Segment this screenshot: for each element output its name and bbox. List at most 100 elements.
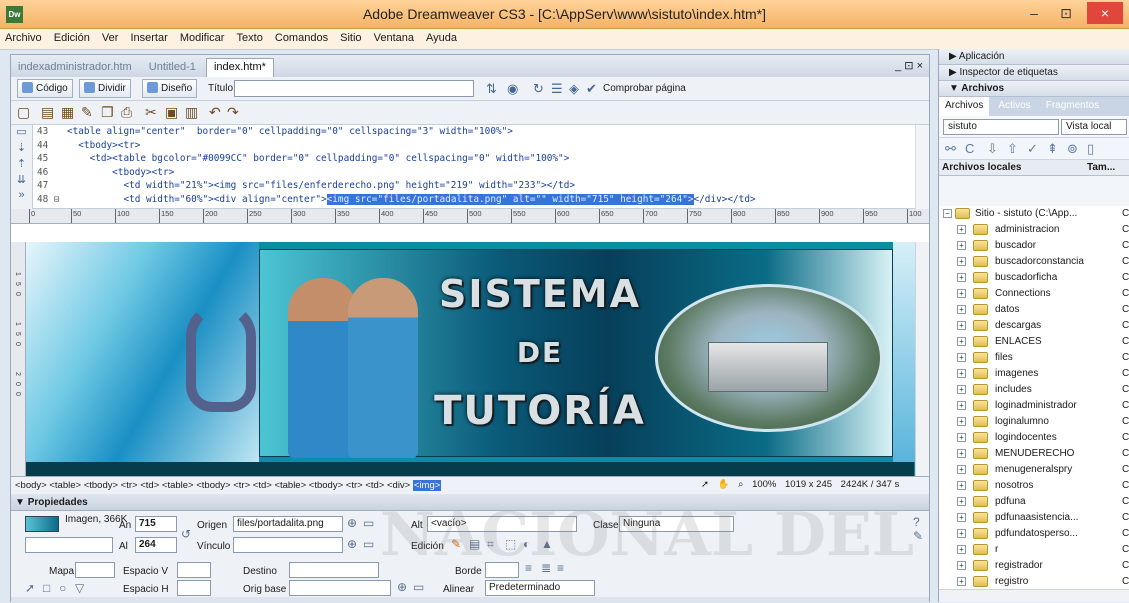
folder-row[interactable]: + buscadorconstancia C bbox=[939, 254, 1129, 270]
expand-toggle-icon[interactable]: + bbox=[957, 289, 966, 298]
expand-toggle-icon[interactable]: + bbox=[957, 241, 966, 250]
window-size-select[interactable]: 1019 x 245 bbox=[785, 479, 832, 490]
refresh-files-icon[interactable]: C bbox=[965, 141, 974, 156]
reset-size-icon[interactable]: ↺ bbox=[181, 527, 191, 541]
tab-index[interactable]: index.htm* bbox=[205, 58, 274, 77]
code-lines[interactable]: <table align="center" border="0" cellpad… bbox=[67, 125, 913, 206]
expand-toggle-icon[interactable]: + bbox=[957, 369, 966, 378]
point-to-low-src-icon[interactable]: ⊕ bbox=[397, 580, 407, 594]
new-document-icon[interactable]: ▢ bbox=[17, 104, 30, 121]
expand-toggle-icon[interactable]: + bbox=[957, 513, 966, 522]
align-left-icon[interactable]: ≡ bbox=[525, 561, 532, 575]
left-nurse-image[interactable] bbox=[26, 242, 259, 462]
height-field[interactable]: 264 bbox=[135, 537, 177, 553]
design-scrollbar[interactable] bbox=[915, 242, 929, 476]
tab-indexadministrador[interactable]: indexadministrador.htm bbox=[11, 59, 139, 78]
menu-archivo[interactable]: Archivo bbox=[0, 29, 46, 44]
site-select[interactable]: sistuto bbox=[943, 119, 1059, 135]
align-select[interactable]: Predeterminado bbox=[485, 580, 595, 596]
minimize-button[interactable]: – bbox=[1019, 2, 1049, 24]
expand-toggle-icon[interactable]: + bbox=[957, 545, 966, 554]
help-icon[interactable]: ? bbox=[913, 515, 920, 529]
check-page-button[interactable]: Comprobar página bbox=[603, 83, 686, 94]
check-out-icon[interactable]: ✓ bbox=[1027, 141, 1038, 157]
folder-row[interactable]: + registrador C bbox=[939, 558, 1129, 574]
folder-row[interactable]: + administracion C bbox=[939, 222, 1129, 238]
tab-archivos[interactable]: Archivos bbox=[939, 97, 990, 116]
code-scrollbar[interactable] bbox=[915, 125, 929, 209]
file-management-icon[interactable]: ⇅ bbox=[486, 81, 497, 97]
expand-toggle-icon[interactable]: + bbox=[957, 449, 966, 458]
tag-table[interactable]: <table> bbox=[274, 480, 306, 491]
browse-low-src-icon[interactable]: ▭ bbox=[413, 580, 424, 594]
redo-icon[interactable]: ↷ bbox=[227, 104, 239, 121]
expand-toggle-icon[interactable]: + bbox=[957, 321, 966, 330]
properties-panel-header[interactable]: ▼ Propiedades bbox=[11, 494, 929, 511]
view-options-icon[interactable]: ☰ bbox=[551, 81, 563, 97]
expand-toggle-icon[interactable]: + bbox=[957, 401, 966, 410]
edit-icon[interactable]: ✎ bbox=[81, 104, 93, 121]
tag-body[interactable]: <body> bbox=[15, 480, 47, 491]
site-root-row[interactable]: − Sitio - sistuto (C:\App... C bbox=[939, 206, 1129, 222]
border-field[interactable] bbox=[485, 562, 519, 578]
design-view-button[interactable]: Diseño bbox=[142, 79, 198, 98]
folder-row[interactable]: + datos C bbox=[939, 302, 1129, 318]
expand-toggle-icon[interactable]: + bbox=[957, 417, 966, 426]
code-line[interactable]: <table align="center" border="0" cellpad… bbox=[67, 125, 913, 139]
code-view-button[interactable]: Código bbox=[17, 79, 73, 98]
pointer-hotspot-icon[interactable]: ➚ bbox=[25, 581, 35, 595]
align-center-icon[interactable]: ≣ bbox=[541, 561, 551, 575]
width-field[interactable]: 715 bbox=[135, 516, 177, 532]
sharpen-icon[interactable]: ▲ bbox=[541, 537, 553, 551]
close-button[interactable]: × bbox=[1087, 2, 1123, 24]
expand-toggle-icon[interactable]: + bbox=[957, 481, 966, 490]
sync-icon[interactable]: ⊚ bbox=[1067, 141, 1078, 157]
check-in-icon[interactable]: ⇞ bbox=[1047, 141, 1058, 157]
code-line[interactable]: <tbody><tr> bbox=[67, 139, 913, 153]
folder-row[interactable]: + pdfundatosperso... C bbox=[939, 526, 1129, 542]
low-src-field[interactable] bbox=[289, 580, 391, 596]
class-select[interactable]: Ninguna bbox=[619, 516, 734, 532]
tag-tr[interactable]: <tr> bbox=[233, 480, 250, 491]
tab-activos[interactable]: Activos bbox=[992, 97, 1036, 116]
tag-table[interactable]: <table> bbox=[49, 480, 81, 491]
tag-tbody[interactable]: <tbody> bbox=[196, 480, 230, 491]
expand-all-icon[interactable]: ⇣ bbox=[11, 141, 32, 157]
rect-hotspot-icon[interactable]: □ bbox=[43, 581, 50, 595]
zoom-tool-icon[interactable]: ⌕ bbox=[738, 479, 743, 490]
zoom-select[interactable]: 100% bbox=[752, 479, 776, 490]
expand-toggle-icon[interactable]: + bbox=[957, 465, 966, 474]
point-to-file-icon[interactable]: ⊕ bbox=[347, 516, 357, 530]
split-view-button[interactable]: Dividir bbox=[79, 79, 131, 98]
map-field[interactable] bbox=[75, 562, 115, 578]
print-icon[interactable]: ⎙ bbox=[121, 104, 132, 121]
balance-braces-icon[interactable]: ⇊ bbox=[11, 173, 32, 189]
folder-row[interactable]: + files C bbox=[939, 350, 1129, 366]
expand-toggle-icon[interactable]: + bbox=[957, 433, 966, 442]
validate-markup-icon[interactable]: ✔ bbox=[586, 81, 597, 97]
paste-icon[interactable]: ▣ bbox=[165, 104, 178, 121]
tag-tbody[interactable]: <tbody> bbox=[309, 480, 343, 491]
folder-row[interactable]: + ENLACES C bbox=[939, 334, 1129, 350]
menu-sitio[interactable]: Sitio bbox=[335, 29, 365, 44]
expand-toggle-icon[interactable]: + bbox=[957, 353, 966, 362]
get-files-icon[interactable]: ⇩ bbox=[987, 141, 998, 157]
folder-row[interactable]: + includes C bbox=[939, 382, 1129, 398]
selected-banner-image[interactable]: SISTEMA DE TUTORÍA bbox=[259, 249, 893, 458]
collapse-toggle-icon[interactable]: − bbox=[943, 209, 952, 218]
folder-row[interactable]: + descargas C bbox=[939, 318, 1129, 334]
undo-icon[interactable]: ↶ bbox=[209, 104, 221, 121]
folder-row[interactable]: + imagenes C bbox=[939, 366, 1129, 382]
local-files-column[interactable]: Archivos locales bbox=[942, 162, 1021, 173]
brightness-icon[interactable]: ◐ bbox=[523, 537, 530, 551]
tag-td[interactable]: <td> bbox=[253, 480, 272, 491]
code-line[interactable]: <td><table bgcolor="#0099CC" border="0" … bbox=[67, 152, 913, 166]
quick-tag-editor-icon[interactable]: ✎ bbox=[913, 529, 923, 543]
files-panel-header[interactable]: ▼ Archivos bbox=[939, 81, 1129, 97]
source-field[interactable]: files/portadalita.png bbox=[233, 516, 343, 532]
crop-icon[interactable]: ⌗ bbox=[487, 537, 494, 552]
expand-panel-icon[interactable]: ▯ bbox=[1087, 141, 1094, 157]
alt-select[interactable]: <vacío> bbox=[427, 516, 577, 532]
target-select[interactable] bbox=[289, 562, 379, 578]
expand-toggle-icon[interactable]: + bbox=[957, 337, 966, 346]
